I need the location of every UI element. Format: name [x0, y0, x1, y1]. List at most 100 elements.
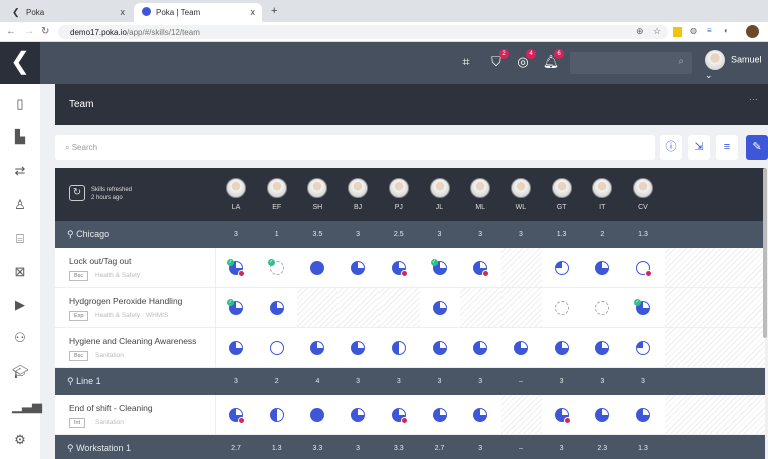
machine-icon[interactable]: ⌸ [12, 231, 28, 247]
browser-tab-active[interactable]: Poka | Team x [134, 3, 262, 22]
star-icon[interactable]: ☆ [653, 26, 661, 37]
person-column-header[interactable]: LA [221, 178, 251, 211]
analytics-icon[interactable]: ▁▃▅ [12, 398, 42, 414]
skill-level-q3-icon[interactable] [310, 341, 325, 355]
location-row[interactable]: ⚲ Chicago 3 1 3.5 3 2.5 3 3 3 1.3 2 1.3 [55, 221, 765, 248]
user-menu[interactable]: Samuel ⌄ [705, 50, 768, 81]
refresh-icon[interactable]: ↻ [69, 185, 85, 201]
skill-level-q3-icon[interactable] [351, 261, 366, 275]
team-icon[interactable]: ⚇ [12, 330, 28, 346]
browser-tab[interactable]: ❮ Poka x [4, 3, 132, 22]
close-tab-icon[interactable]: x [251, 7, 256, 17]
search-input[interactable]: ⌕ Search [55, 135, 655, 160]
person-column-header[interactable]: ML [465, 178, 495, 211]
skill-level-empty-icon[interactable] [269, 341, 284, 355]
skill-level-q3-icon[interactable]: ✓ [227, 259, 245, 277]
skill-level-q3-icon[interactable] [229, 341, 243, 355]
location-row[interactable]: ⚲ Line 1 3 2 4 3 3 3 3 – 3 3 3 [55, 368, 765, 395]
extension-icon[interactable] [673, 27, 682, 37]
skill-level-empty-icon[interactable] [636, 261, 652, 277]
skill-level-q3-icon[interactable] [473, 341, 488, 355]
board-icon[interactable]: ⊠ [12, 264, 28, 280]
extension-icon[interactable]: ◍ [690, 26, 697, 35]
gear-icon[interactable]: ⚙ [12, 432, 28, 448]
location-name: Line 1 [76, 376, 101, 386]
compass-icon[interactable]: ◎ 4 [514, 49, 536, 72]
skill-level-q3-icon[interactable] [269, 301, 284, 315]
person-column-header[interactable]: IT [587, 178, 617, 211]
skill-level-dashed-icon[interactable] [554, 301, 569, 315]
edit-button[interactable]: ✎ [746, 135, 768, 160]
person-column-header[interactable]: EF [262, 178, 292, 211]
skill-level-full-icon[interactable] [310, 261, 325, 275]
not-applicable-cell [500, 288, 542, 327]
person-column-header[interactable]: JL [425, 178, 455, 211]
workflow-icon[interactable]: ⌗ [457, 54, 475, 72]
avatar [307, 178, 328, 198]
skill-level-q3-icon[interactable] [513, 341, 528, 355]
video-icon[interactable]: ▶ [12, 297, 28, 313]
bell-icon[interactable]: 🔔︎ 6 [542, 49, 564, 72]
skill-level-q1-icon[interactable] [636, 341, 650, 355]
skill-level-q3-icon[interactable] [595, 261, 610, 275]
skill-level-q3-icon[interactable] [229, 408, 245, 424]
scrollbar[interactable] [763, 168, 767, 338]
skill-level-q1-icon[interactable] [554, 261, 569, 275]
new-tab-button[interactable]: + [271, 5, 277, 17]
skill-level-q3-icon[interactable] [636, 408, 650, 422]
skill-level-q3-icon[interactable] [351, 408, 366, 422]
forward-nav-icon[interactable]: → [24, 26, 34, 37]
person-column-header[interactable]: CV [628, 178, 658, 211]
conveyor-icon[interactable]: ⇄ [12, 163, 28, 179]
export-button[interactable]: ⇲ [688, 135, 710, 160]
shield-icon[interactable]: ⛉ 2 [487, 49, 509, 72]
skill-row[interactable]: Hydgrogen Peroxide Handling Exp Health & S… [55, 288, 765, 328]
skill-level-q3-icon[interactable] [432, 341, 447, 355]
graduation-cap-icon[interactable]: 🎓︎ [12, 364, 29, 380]
close-tab-icon[interactable]: x [121, 7, 126, 17]
extension-icon[interactable]: ◐ [724, 26, 729, 35]
extension-icon[interactable]: ≡ [707, 26, 712, 35]
skill-level-q3-icon[interactable]: ✓ [430, 259, 447, 275]
person-column-header[interactable]: PJ [384, 178, 414, 211]
skill-level-dashed-icon[interactable]: ✓ [267, 259, 284, 275]
skill-level-q3-icon[interactable] [473, 408, 488, 422]
back-button[interactable]: ❮ [0, 42, 40, 84]
profile-avatar[interactable] [746, 25, 759, 38]
back-nav-icon[interactable]: ← [6, 26, 16, 37]
skill-level-half-icon[interactable] [391, 341, 406, 355]
skill-row[interactable]: Lock out/Tag out Bsc Health & Safety ✓ ✓ ✓ [55, 248, 765, 288]
skill-level-q3-icon[interactable] [351, 341, 366, 355]
skill-level-q3-icon[interactable]: ✓ [227, 299, 243, 315]
skill-level-q3-icon[interactable] [595, 408, 610, 422]
skill-level-q3-icon[interactable] [554, 341, 569, 355]
skill-row[interactable]: End of shift - Cleaning Int Sanitation [55, 395, 765, 435]
factory-icon[interactable]: ▙ [12, 129, 28, 145]
url-input[interactable]: demo17.poka.io/app/#/skills/12/team [58, 25, 668, 39]
people-icon[interactable]: ♙ [12, 197, 28, 213]
feed-icon[interactable]: ▯ [12, 96, 28, 112]
skill-level-q3-icon[interactable] [391, 261, 408, 277]
filter-button[interactable]: ≡ [716, 135, 738, 160]
more-menu-button[interactable]: ··· [749, 94, 758, 104]
skill-level-q3-icon[interactable] [595, 341, 610, 355]
person-column-header[interactable]: BJ [343, 178, 373, 211]
person-column-header[interactable]: SH [302, 178, 332, 211]
global-search-input[interactable]: ⌕ [570, 52, 692, 74]
skill-level-q3-icon[interactable] [432, 301, 447, 315]
skill-level-half-icon[interactable] [269, 408, 284, 422]
skill-level-q3-icon[interactable] [554, 408, 571, 424]
skill-level-full-icon[interactable] [310, 408, 325, 422]
skill-level-q3-icon[interactable] [391, 408, 408, 424]
skill-level-q3-icon[interactable] [473, 261, 490, 277]
skill-level-q3-icon[interactable] [432, 408, 447, 422]
info-button[interactable]: ⓘ [660, 135, 682, 160]
person-column-header[interactable]: GT [547, 178, 577, 211]
skill-row[interactable]: Hygiene and Cleaning Awareness Bsc Sanitat… [55, 328, 765, 368]
skill-level-dashed-icon[interactable] [595, 301, 610, 315]
person-column-header[interactable]: WL [506, 178, 536, 211]
reload-icon[interactable]: ↻ [41, 26, 49, 37]
skill-level-q3-icon[interactable]: ✓ [634, 299, 650, 315]
zoom-icon[interactable]: ⊕ [636, 26, 644, 37]
location-row[interactable]: ⚲ Workstation 1 2.7 1.3 3.3 3 3.3 2.7 3 – 3 2.3 1.3 [55, 435, 765, 459]
